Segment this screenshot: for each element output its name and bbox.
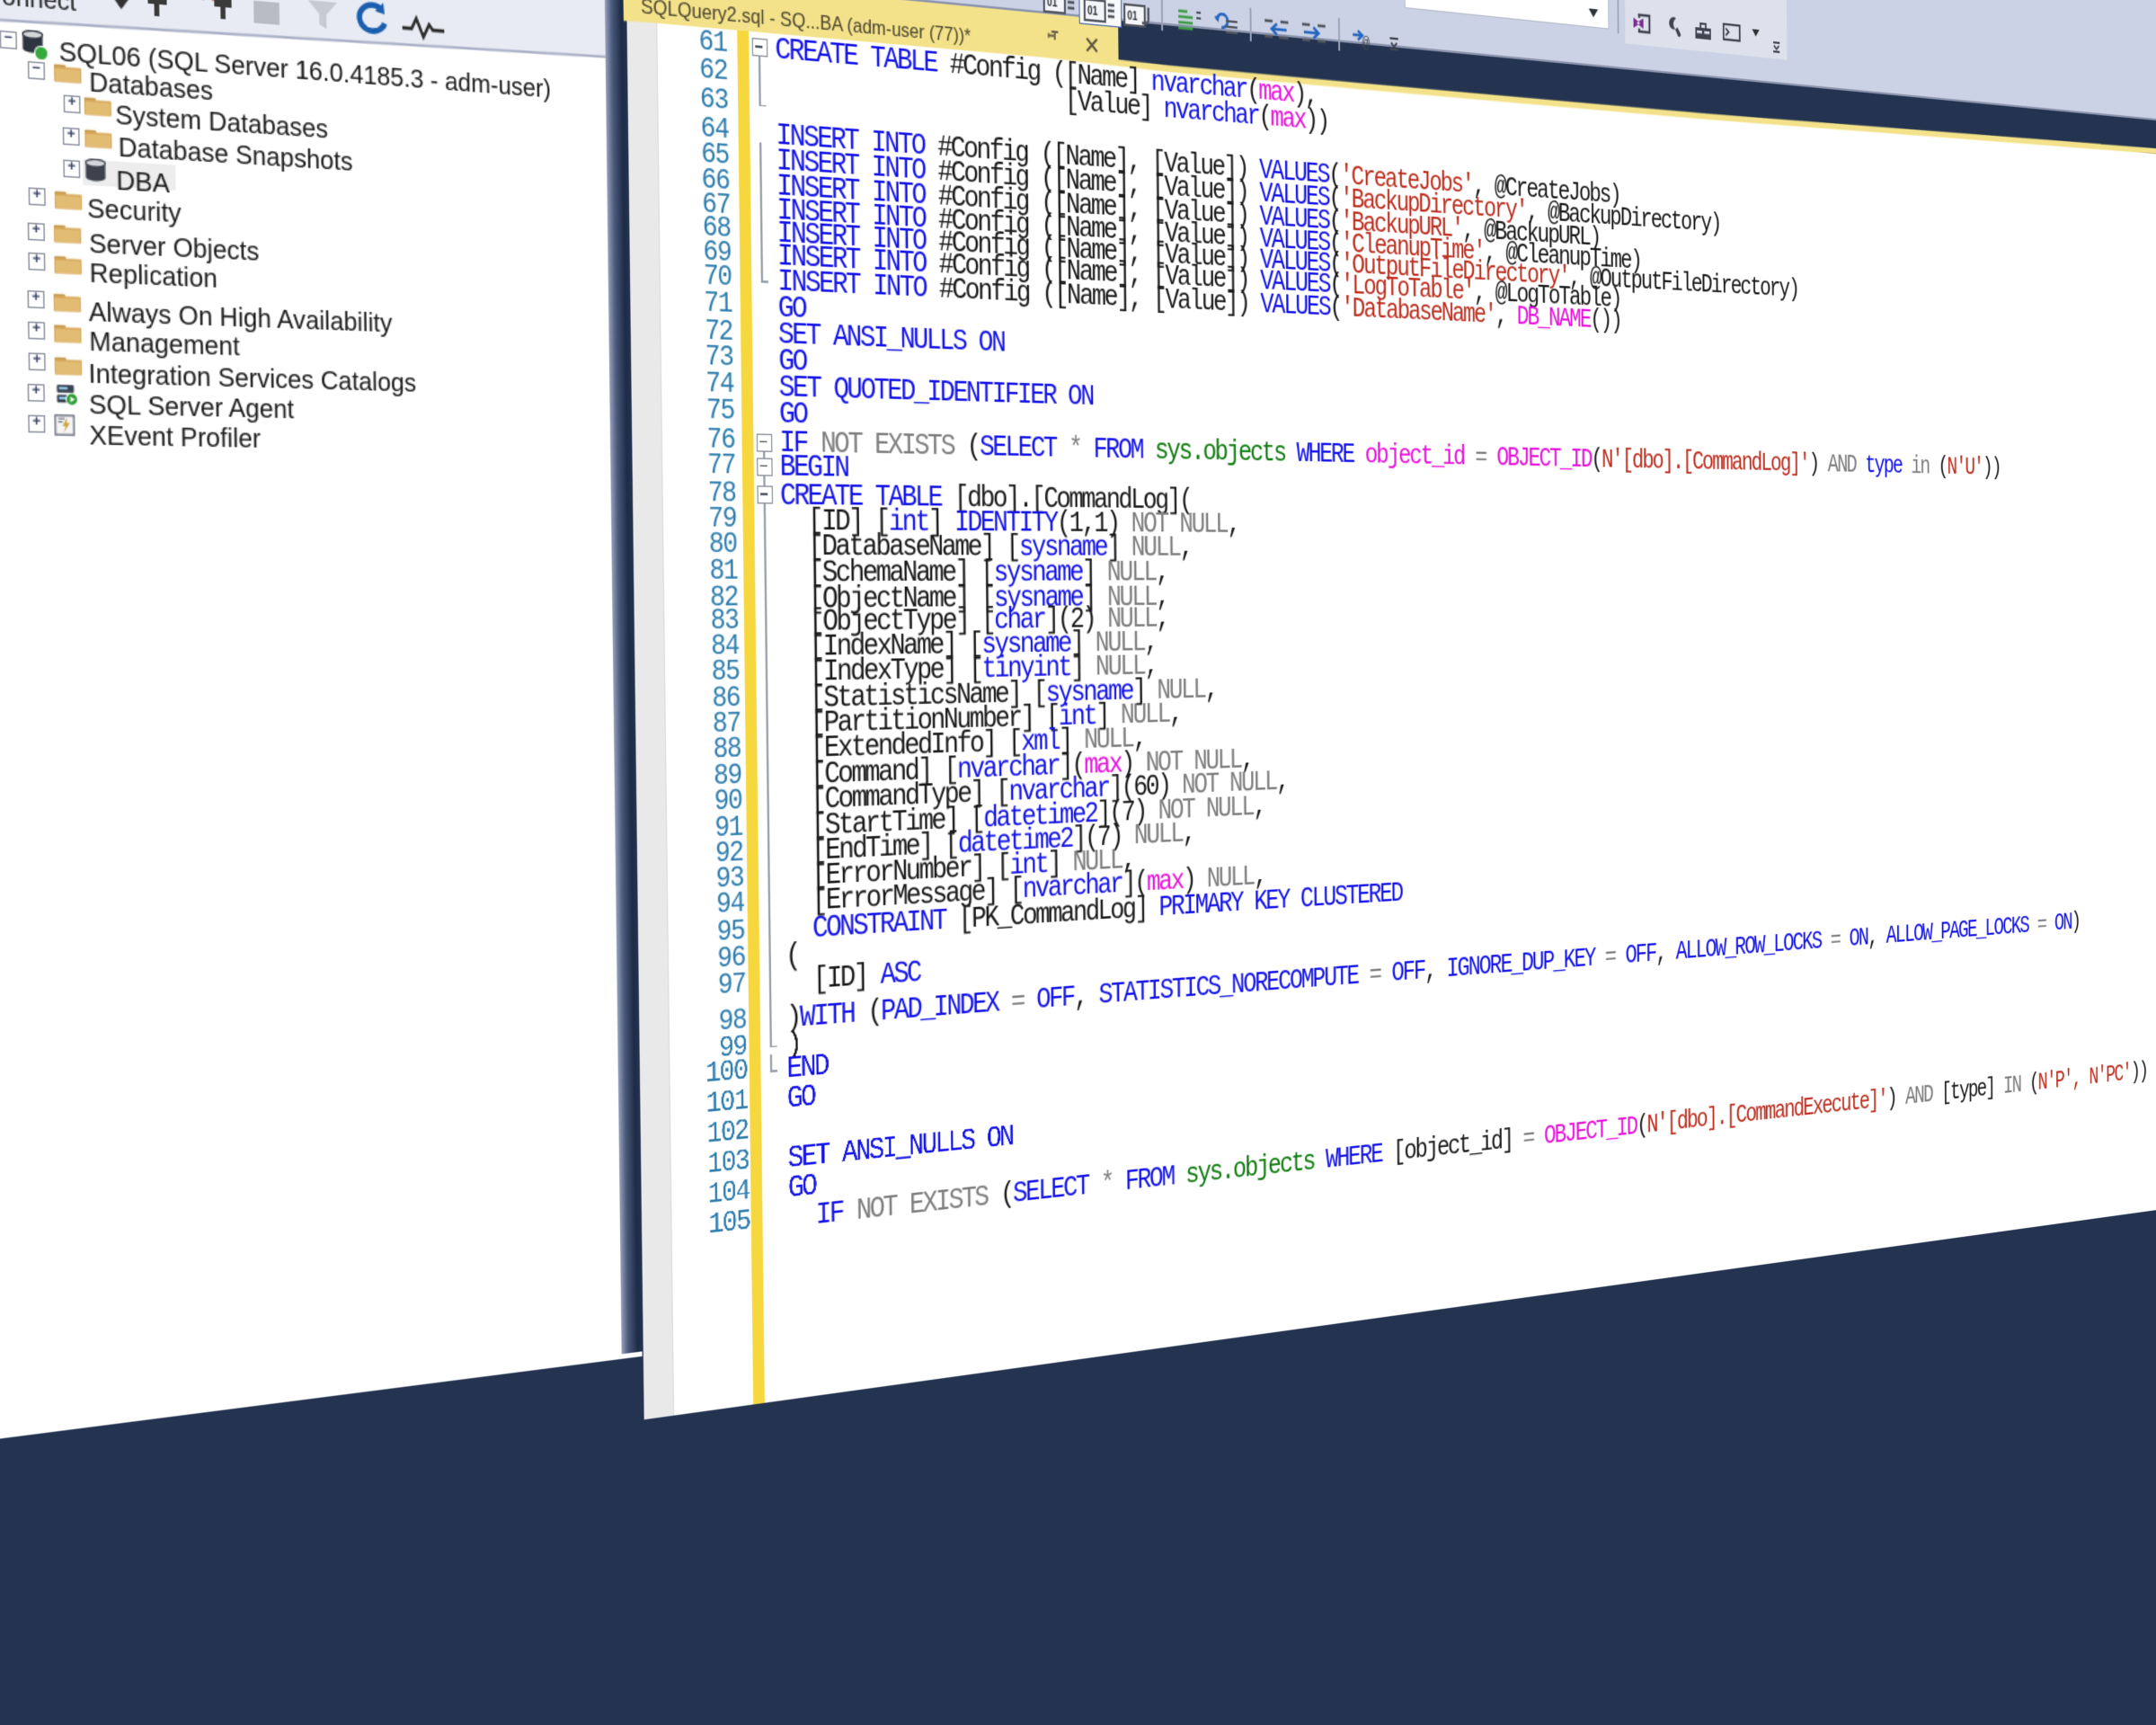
svg-text:01: 01 xyxy=(1127,10,1137,23)
svg-text:@: @ xyxy=(1362,33,1371,53)
svg-text:01: 01 xyxy=(1047,0,1058,10)
svg-text:01: 01 xyxy=(1087,4,1098,19)
